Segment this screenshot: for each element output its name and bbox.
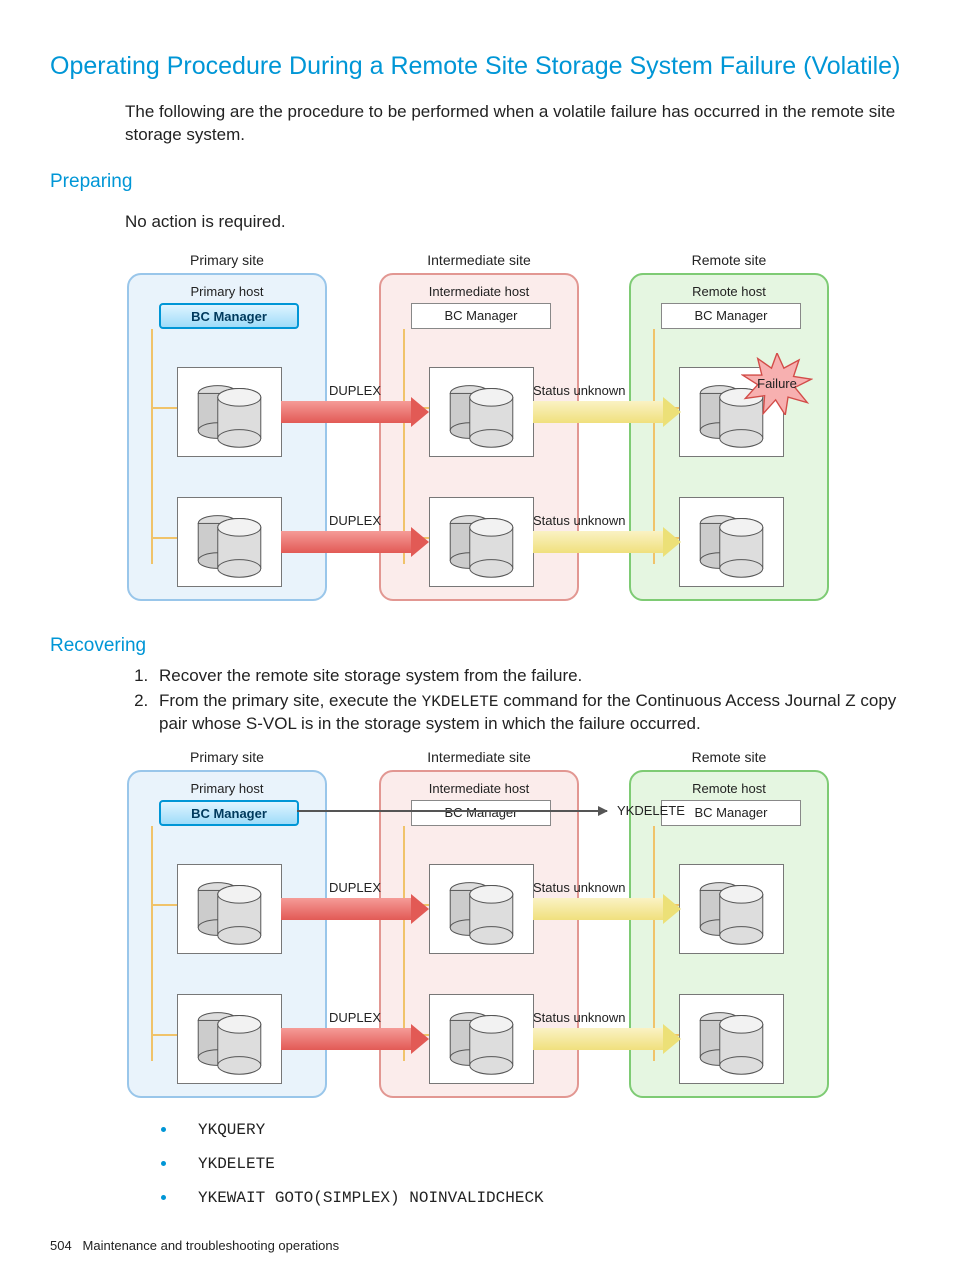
- label-duplex: DUPLEX: [281, 1009, 429, 1027]
- page-number: 504: [50, 1238, 72, 1253]
- recovering-steps: Recover the remote site storage system f…: [125, 665, 904, 736]
- bc-manager-intermediate: BC Manager: [411, 800, 551, 826]
- label-intermediate-site: Intermediate site: [379, 251, 579, 270]
- page-title: Operating Procedure During a Remote Site…: [50, 50, 904, 84]
- storage-icon: [679, 864, 784, 954]
- ykdelete-arrow: [297, 810, 607, 812]
- connector-line: [151, 407, 179, 409]
- command-list: YKQUERY YKDELETE YKEWAIT GOTO(SIMPLEX) N…: [150, 1116, 904, 1209]
- storage-icon: [679, 994, 784, 1084]
- list-item: From the primary site, execute the YKDEL…: [153, 690, 904, 737]
- command-text: YKDELETE: [198, 1155, 275, 1173]
- arrow-duplex: DUPLEX: [281, 898, 429, 920]
- label-primary-host: Primary host: [129, 283, 325, 301]
- diagram-recovering: Primary site Intermediate site Remote si…: [117, 748, 837, 1108]
- step2-pre: From the primary site, execute the: [159, 691, 422, 710]
- bc-manager-intermediate: BC Manager: [411, 303, 551, 329]
- arrow-status-unknown: Status unknown: [533, 898, 681, 920]
- storage-icon: [429, 367, 534, 457]
- chapter-name: Maintenance and troubleshooting operatio…: [83, 1238, 340, 1253]
- label-remote-site: Remote site: [629, 251, 829, 270]
- storage-icon: [177, 367, 282, 457]
- storage-icon: [429, 994, 534, 1084]
- bc-manager-primary: BC Manager: [159, 800, 299, 826]
- label-duplex: DUPLEX: [281, 512, 429, 530]
- label-duplex: DUPLEX: [281, 879, 429, 897]
- arrow-status-unknown: Status unknown: [533, 401, 681, 423]
- connector-line: [151, 826, 153, 1061]
- connector-line: [151, 537, 179, 539]
- connector-line: [151, 904, 179, 906]
- label-intermediate-host: Intermediate host: [381, 283, 577, 301]
- list-item: YKQUERY: [178, 1116, 904, 1142]
- label-status-unknown: Status unknown: [533, 879, 681, 897]
- label-status-unknown: Status unknown: [533, 512, 681, 530]
- diagram-preparing: Primary site Intermediate site Remote si…: [117, 251, 837, 611]
- list-item: Recover the remote site storage system f…: [153, 665, 904, 688]
- failure-star-icon: Failure: [741, 353, 813, 415]
- label-status-unknown: Status unknown: [533, 1009, 681, 1027]
- list-item: YKDELETE: [178, 1150, 904, 1176]
- label-remote-host: Remote host: [631, 780, 827, 798]
- preparing-text: No action is required.: [125, 211, 904, 234]
- arrow-duplex: DUPLEX: [281, 401, 429, 423]
- label-primary-host: Primary host: [129, 780, 325, 798]
- arrow-status-unknown: Status unknown: [533, 1028, 681, 1050]
- storage-icon: [679, 497, 784, 587]
- command-text: YKQUERY: [198, 1121, 265, 1139]
- storage-icon: [177, 497, 282, 587]
- label-status-unknown: Status unknown: [533, 382, 681, 400]
- label-primary-site: Primary site: [127, 251, 327, 270]
- connector-line: [151, 1034, 179, 1036]
- label-intermediate-host: Intermediate host: [381, 780, 577, 798]
- bc-manager-primary: BC Manager: [159, 303, 299, 329]
- storage-icon: [429, 497, 534, 587]
- arrow-duplex: DUPLEX: [281, 1028, 429, 1050]
- page-footer: 504 Maintenance and troubleshooting oper…: [50, 1237, 904, 1255]
- command-text: YKEWAIT GOTO(SIMPLEX) NOINVALIDCHECK: [198, 1189, 544, 1207]
- arrow-status-unknown: Status unknown: [533, 531, 681, 553]
- storage-icon: [177, 864, 282, 954]
- label-remote-host: Remote host: [631, 283, 827, 301]
- label-duplex: DUPLEX: [281, 382, 429, 400]
- list-item: YKEWAIT GOTO(SIMPLEX) NOINVALIDCHECK: [178, 1184, 904, 1210]
- intro-text: The following are the procedure to be pe…: [125, 101, 904, 147]
- failure-label: Failure: [757, 376, 797, 391]
- label-remote-site: Remote site: [629, 748, 829, 767]
- arrow-duplex: DUPLEX: [281, 531, 429, 553]
- step2-code: YKDELETE: [422, 693, 499, 711]
- label-primary-site: Primary site: [127, 748, 327, 767]
- ykdelete-label: YKDELETE: [617, 802, 685, 820]
- storage-icon: [177, 994, 282, 1084]
- connector-line: [151, 329, 153, 564]
- label-intermediate-site: Intermediate site: [379, 748, 579, 767]
- storage-icon: [429, 864, 534, 954]
- bc-manager-remote: BC Manager: [661, 303, 801, 329]
- heading-preparing: Preparing: [50, 169, 904, 195]
- heading-recovering: Recovering: [50, 633, 904, 659]
